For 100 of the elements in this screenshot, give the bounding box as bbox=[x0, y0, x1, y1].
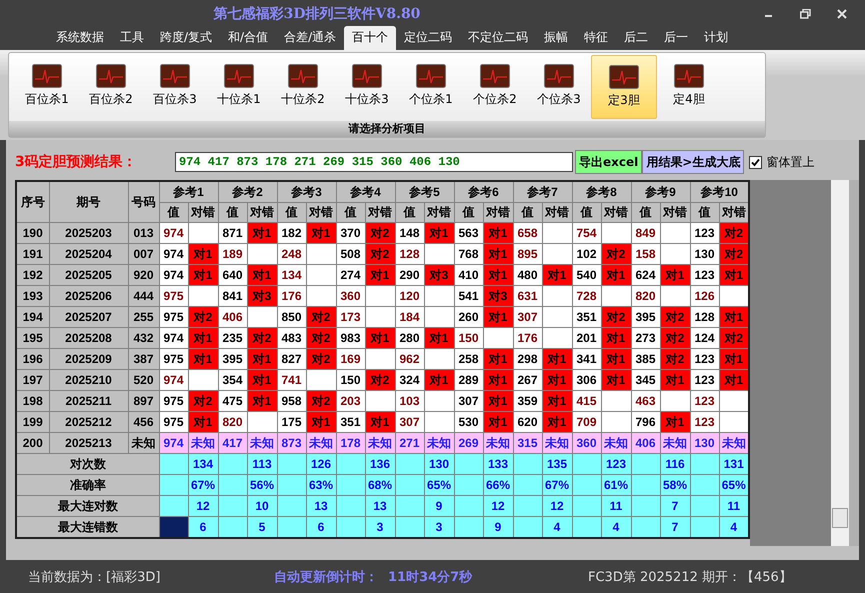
table-cell: 未知 bbox=[483, 432, 513, 454]
table-cell: 274 bbox=[336, 264, 365, 286]
table-cell: 对次数 bbox=[16, 454, 159, 474]
table-cell: 56% bbox=[247, 474, 277, 496]
table-cell: 对2 bbox=[306, 390, 336, 412]
table-cell: 102 bbox=[572, 244, 601, 264]
menu-tab[interactable]: 合差/通杀 bbox=[276, 26, 344, 50]
table-cell: 360 bbox=[572, 432, 601, 454]
menu-tab[interactable]: 不定位二码 bbox=[460, 26, 536, 50]
table-cell: 9 bbox=[424, 496, 454, 516]
grid-cell[interactable] bbox=[159, 516, 188, 538]
menu-tab[interactable]: 系统数据 bbox=[48, 26, 112, 50]
table-cell: 983 bbox=[336, 328, 365, 348]
menu-tab[interactable]: 计划 bbox=[696, 26, 736, 50]
result-field[interactable]: 974 417 873 178 271 269 315 360 406 130 bbox=[175, 152, 573, 172]
table-cell: 2025206 bbox=[49, 286, 128, 306]
table-cell: 124 bbox=[690, 328, 719, 348]
table-cell: 341 bbox=[572, 348, 601, 370]
table-cell: 541 bbox=[454, 286, 483, 306]
countdown-label: 自动更新倒计时： bbox=[274, 568, 378, 586]
column-header: 参考4 bbox=[336, 181, 395, 202]
grid-cell[interactable] bbox=[159, 474, 188, 496]
menu-tab[interactable]: 百十个 bbox=[344, 26, 396, 50]
menu-tab[interactable]: 振幅 bbox=[536, 26, 576, 50]
table-cell: 385 bbox=[631, 348, 660, 370]
table-cell: 65% bbox=[424, 474, 454, 496]
ribbon-button[interactable]: 定4胆 bbox=[657, 55, 721, 117]
table-cell: 192 bbox=[16, 264, 49, 286]
table-cell: 对1 bbox=[247, 348, 277, 370]
grid-cell[interactable] bbox=[159, 454, 188, 474]
table-cell: 对1 bbox=[660, 370, 690, 390]
export-button[interactable]: 导出excel bbox=[575, 150, 642, 174]
table-cell: 520 bbox=[128, 370, 159, 390]
column-header: 号码 bbox=[128, 181, 159, 222]
ribbon-button[interactable]: 十位杀3 bbox=[335, 55, 399, 117]
table-cell: 对2 bbox=[660, 328, 690, 348]
column-header: 参考1 bbox=[159, 181, 218, 202]
menu-tab[interactable]: 后一 bbox=[656, 26, 696, 50]
menu-tab[interactable]: 定位二码 bbox=[396, 26, 460, 50]
menu-tab[interactable]: 后二 bbox=[616, 26, 656, 50]
table-cell: 对2 bbox=[306, 306, 336, 328]
menu-tab[interactable]: 跨度/复式 bbox=[152, 26, 220, 50]
table-cell: 2025207 bbox=[49, 306, 128, 328]
menu-tab[interactable]: 工具 bbox=[112, 26, 152, 50]
column-header: 值 bbox=[218, 202, 247, 222]
ribbon-button[interactable]: 百位杀1 bbox=[15, 55, 79, 117]
ribbon-button[interactable]: 百位杀3 bbox=[143, 55, 207, 117]
table-cell: 对1 bbox=[247, 370, 277, 390]
table-cell: 280 bbox=[395, 328, 424, 348]
checkbox-label: 窗体置上 bbox=[766, 154, 814, 170]
table-cell: 203 bbox=[336, 390, 365, 412]
table-cell: 135 bbox=[542, 454, 572, 474]
table-cell: 191 bbox=[16, 244, 49, 264]
table-cell: 65% bbox=[719, 474, 749, 496]
table-cell: 66% bbox=[483, 474, 513, 496]
table-cell: 对2 bbox=[719, 328, 749, 348]
checkbox[interactable] bbox=[749, 156, 762, 168]
menu-tab[interactable]: 特征 bbox=[576, 26, 616, 50]
table-cell: 最大连对数 bbox=[16, 496, 159, 516]
table-cell: 对1 bbox=[601, 348, 631, 370]
ribbon-button[interactable]: 百位杀2 bbox=[79, 55, 143, 117]
table-cell: 对1 bbox=[660, 412, 690, 432]
table-cell: 395 bbox=[218, 348, 247, 370]
ribbon-button[interactable]: 个位杀2 bbox=[463, 55, 527, 117]
close-icon[interactable] bbox=[837, 9, 847, 19]
table-cell: 63% bbox=[306, 474, 336, 496]
table-cell: 对2 bbox=[306, 328, 336, 348]
table-cell: 123 bbox=[690, 264, 719, 286]
ribbon-button[interactable]: 十位杀2 bbox=[271, 55, 335, 117]
column-header: 参考2 bbox=[218, 181, 277, 202]
ribbon-button[interactable]: 定3胆 bbox=[591, 55, 657, 119]
table-cell: 920 bbox=[128, 264, 159, 286]
ribbon-button[interactable]: 十位杀1 bbox=[207, 55, 271, 117]
table-cell: 873 bbox=[277, 432, 306, 454]
table-cell: 2025211 bbox=[49, 390, 128, 412]
table-cell: 974 bbox=[159, 432, 188, 454]
menu-tab[interactable]: 和/合值 bbox=[220, 26, 276, 50]
table-cell: 7 bbox=[660, 516, 690, 538]
table-cell: 123 bbox=[690, 222, 719, 244]
column-header: 值 bbox=[454, 202, 483, 222]
table-cell: 962 bbox=[395, 348, 424, 370]
ribbon-button[interactable]: 个位杀1 bbox=[399, 55, 463, 117]
table-cell: 对1 bbox=[247, 264, 277, 286]
scrollbar[interactable] bbox=[831, 180, 849, 546]
grid-cell[interactable] bbox=[159, 496, 188, 516]
table-cell: 120 bbox=[395, 286, 424, 306]
table-cell: 150 bbox=[454, 328, 483, 348]
heartbeat-icon bbox=[674, 64, 704, 88]
table-cell: 182 bbox=[277, 222, 306, 244]
ribbon-button[interactable]: 个位杀3 bbox=[527, 55, 591, 117]
table-cell: 未知 bbox=[601, 432, 631, 454]
table-cell: 对2 bbox=[601, 244, 631, 264]
table-cell: 对1 bbox=[483, 390, 513, 412]
table-cell: 3 bbox=[424, 516, 454, 538]
table-cell: 对2 bbox=[365, 370, 395, 390]
table-cell: 113 bbox=[247, 454, 277, 474]
generate-button[interactable]: 用结果>生成大底 bbox=[642, 150, 744, 174]
maximize-icon[interactable] bbox=[800, 9, 811, 19]
table-cell: 871 bbox=[218, 222, 247, 244]
table-cell: 432 bbox=[128, 328, 159, 348]
